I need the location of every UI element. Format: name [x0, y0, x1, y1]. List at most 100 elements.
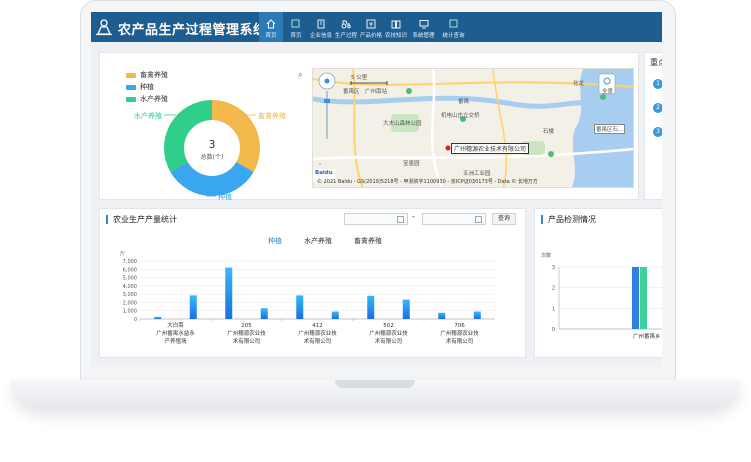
y-axis-unit: 斤 — [120, 251, 125, 257]
tab-planting[interactable]: 种植 — [268, 236, 282, 246]
x-tick-label: 205 — [241, 323, 252, 329]
tab-livestock[interactable]: 畜禽养殖 — [354, 236, 382, 246]
callout-aquaculture: 水产养殖 — [134, 111, 162, 120]
nav-agri-knowledge-label: 农技知识 — [384, 33, 407, 39]
nav-system-admin[interactable]: 系统管理 — [409, 12, 438, 42]
production-tabs: 种植 水产养殖 畜禽养殖 — [268, 236, 404, 246]
map-place-label: 大夫山森林公园 — [383, 121, 422, 127]
image-icon — [291, 19, 300, 28]
donut-total-value: 3 — [209, 138, 216, 151]
y-tick-label: 7,000 — [123, 259, 137, 265]
map-label-top: 广州南站 — [365, 89, 388, 95]
bar — [367, 295, 375, 319]
nav-home[interactable]: 首页 — [259, 12, 283, 42]
nav-product-price-label: 产品价格 — [359, 33, 382, 39]
x-tick-label: 706 — [454, 323, 465, 329]
nav-product-price[interactable]: ¥ 产品价格 — [359, 12, 383, 42]
side-item-number: 3 — [653, 127, 662, 137]
bar — [438, 312, 446, 319]
app-title: 农产品生产过程管理系统 — [118, 23, 267, 38]
x-tick-label: 术有限公司 — [233, 337, 261, 345]
x-tick-label: 术有限公司 — [446, 337, 474, 345]
nav-home-2[interactable]: 首页 — [284, 12, 308, 42]
y-tick-label: 6,000 — [123, 267, 137, 273]
production-bar-chart: 斤 0 1,000 2,000 3,000 4,000 5,000 6,000 7,000 大白菜… — [120, 251, 495, 345]
y-tick-label: 2,000 — [123, 300, 137, 306]
nav-agri-knowledge[interactable]: 农技知识 — [384, 12, 408, 42]
inspection-bar-chart: 次数 0 1 2 3 广州番禺乡 — [541, 252, 662, 340]
baidu-logo: Baidu — [315, 170, 333, 176]
nav-production-process-label: 生产过程 — [334, 33, 357, 39]
legend-label: 畜禽养殖 — [140, 71, 168, 79]
date-separator: - — [412, 212, 415, 221]
map-marker-label[interactable]: 广州穗源农业技术有限公司 — [451, 143, 530, 154]
bar — [640, 267, 647, 329]
legend-label: 种植 — [140, 83, 154, 91]
map-panorama-label[interactable]: 全景 — [602, 87, 613, 95]
side-panel-card: 重点 1 2 3 — [644, 52, 662, 200]
bar — [473, 311, 481, 319]
legend-swatch — [126, 72, 136, 78]
nav-company-info[interactable]: 企业信息 — [309, 12, 333, 42]
side-item-number: 1 — [653, 79, 662, 89]
y-tick-label: 4,000 — [123, 284, 137, 290]
nav-statistics-label: 统计查询 — [442, 33, 465, 39]
legend-item-planting[interactable]: 种植 — [126, 81, 168, 93]
x-tick-label: 广州穗源农业技 — [227, 329, 266, 337]
y-tick-label: 3,000 — [123, 292, 137, 298]
nav-production-process[interactable]: 生产过程 — [334, 12, 358, 42]
category-donut-chart: 3 总数(个) 畜禽养殖 种植 水产养殖 — [134, 100, 286, 201]
bar — [632, 267, 639, 329]
y-tick-label: 0 — [134, 317, 137, 323]
map-place-label: 化龙 — [573, 81, 585, 87]
y-tick-label: 2 — [552, 286, 555, 292]
baidu-map[interactable]: 5 公里 广州南站 番禺区 大夫山森林公园 番禺 机电山庄立交桥 宝墨园 石楼 … — [312, 68, 634, 188]
nav-statistics[interactable]: 统计查询 — [439, 12, 468, 42]
x-tick-label: 502 — [383, 323, 394, 329]
nav-home-label: 首页 — [265, 33, 277, 39]
map-poi-label[interactable]: 番禺区石... — [594, 124, 626, 134]
map-place-label: 番禺区 — [343, 89, 360, 95]
legend-item-livestock[interactable]: 畜禽养殖 — [126, 69, 168, 81]
app-screen: 农产品生产过程管理系统 首页 首页 企业信息 生产过程 ¥ 产品价格 农技知识 … — [91, 12, 662, 367]
x-tick-label: 术有限公司 — [375, 337, 403, 345]
y-tick-label: 1 — [552, 306, 555, 312]
bar — [189, 295, 197, 319]
map-place-label: 五洲工业园 — [463, 171, 491, 177]
main-nav: 首页 首页 企业信息 生产过程 ¥ 产品价格 农技知识 系统管理 统计查询 — [259, 12, 469, 42]
map-place-label: 机电山庄立交桥 — [441, 113, 480, 119]
bar — [225, 267, 233, 319]
x-tick-label: 广州穗源农业技 — [298, 329, 337, 337]
x-tick-label: 广州穗源农业技 — [369, 329, 408, 337]
callout-livestock: 畜禽养殖 — [258, 111, 286, 120]
inspection-title: 产品检测情况 — [541, 215, 596, 224]
x-tick-label: 广州番禺乡 — [633, 332, 661, 340]
nav-home-2-label: 首页 — [290, 33, 302, 39]
query-button[interactable]: 查询 — [492, 213, 516, 225]
map-search-icon[interactable]: ⌕ — [298, 70, 302, 80]
calendar-icon — [475, 216, 482, 223]
y-tick-label: 3 — [552, 265, 555, 271]
map-place-label: 番禺 — [458, 99, 470, 105]
inspection-card: 产品检测情况 次数 0 1 2 3 广州番禺乡 — [534, 208, 662, 358]
x-tick-label: 大白菜 — [167, 321, 184, 329]
start-date-input[interactable] — [344, 213, 408, 225]
calendar-icon — [397, 216, 404, 223]
farmer-logo-icon — [96, 19, 112, 36]
tab-aquaculture[interactable]: 水产养殖 — [304, 236, 332, 246]
bar — [296, 295, 304, 319]
home-icon — [266, 19, 276, 29]
map-scale-label: 5 公里 — [351, 75, 368, 81]
side-item-number: 2 — [653, 103, 662, 113]
end-date-input[interactable] — [422, 213, 486, 225]
overview-card: 畜禽养殖 种植 水产养殖 3 总数(个) 畜禽养殖 种植 水产养殖 ⌕ 5 公里… — [99, 52, 639, 201]
bar — [154, 316, 162, 319]
y-tick-label: 0 — [552, 327, 555, 333]
y-tick-label: 5,000 — [123, 276, 137, 282]
building-icon — [317, 19, 325, 29]
image-icon — [449, 19, 457, 28]
nav-company-info-label: 企业信息 — [309, 33, 332, 39]
map-place-label: 宝墨园 — [403, 161, 420, 167]
x-tick-label: 412 — [312, 323, 323, 329]
top-navigation-bar: 农产品生产过程管理系统 首页 首页 企业信息 生产过程 ¥ 产品价格 农技知识 … — [91, 12, 662, 42]
